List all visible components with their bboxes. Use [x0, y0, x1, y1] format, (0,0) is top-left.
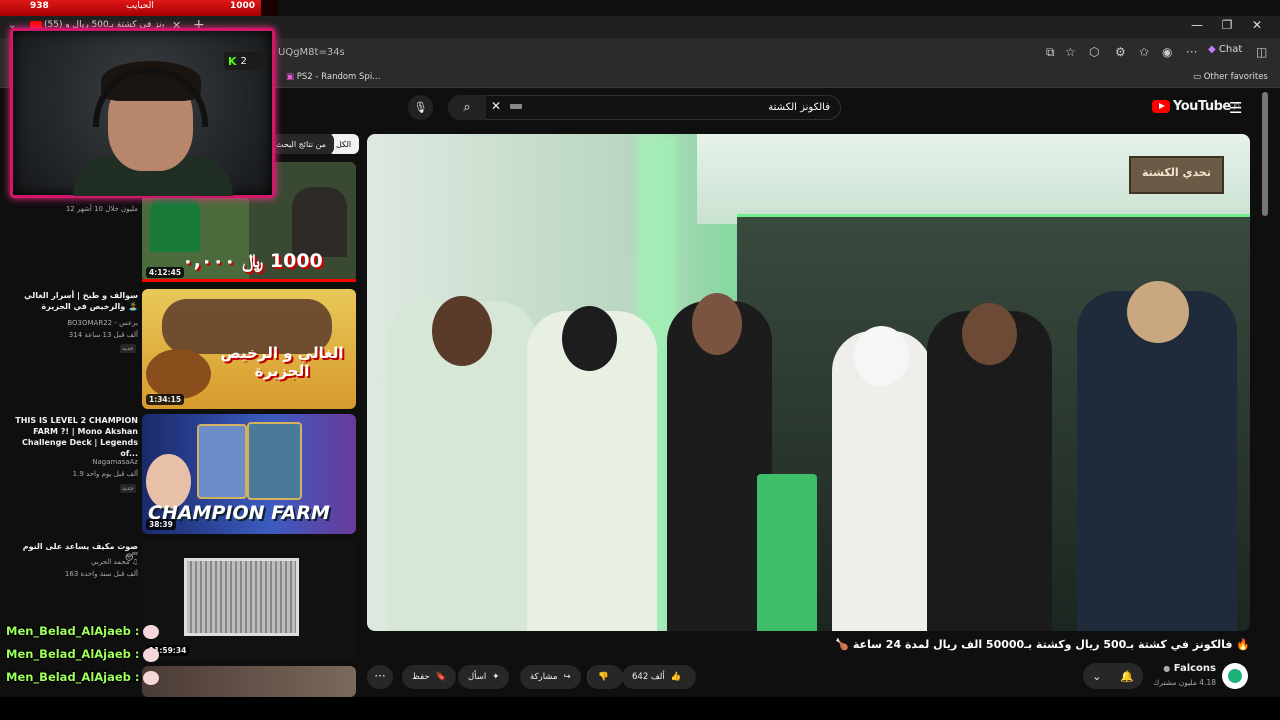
- sparkle-icon: ✦: [492, 672, 500, 682]
- like-count: 642 ألف: [632, 672, 665, 682]
- chat-message: Men_Belad_AlAjaeb :: [6, 670, 159, 685]
- thumbs-up-icon: 👍: [670, 672, 682, 682]
- minimize-icon[interactable]: —: [1182, 18, 1212, 32]
- related-video-channel[interactable]: NagamasaAz: [14, 457, 138, 467]
- chat-message: Men_Belad_AlAjaeb :: [6, 647, 159, 662]
- maximize-icon[interactable]: ❐: [1212, 18, 1242, 32]
- more-menu-icon[interactable]: ···: [1186, 45, 1197, 59]
- thumbs-down-icon: 👎: [598, 672, 609, 682]
- related-video-meta: 12 مليون خلال 10 أشهر: [65, 205, 138, 213]
- share-icon: ↪: [563, 672, 571, 682]
- url-text[interactable]: UQgM8t=34s: [278, 47, 345, 58]
- kick-viewer-badge: K 2: [224, 52, 262, 70]
- related-video-title[interactable]: THIS IS LEVEL 2 CHAMPION FARM ?! | Mono …: [14, 415, 138, 459]
- video-duration: 38:39: [146, 519, 176, 530]
- microphone-icon: 🎙: [413, 101, 428, 114]
- bookmark-icon: 🔖: [435, 672, 447, 682]
- youtube-play-icon: [1152, 100, 1170, 113]
- related-video-title[interactable]: سوالف و طبخ | أسرار الغالي والرخيص في ال…: [14, 290, 138, 312]
- share-button[interactable]: مشاركة ↪: [520, 665, 581, 689]
- thumbnail-overlay-text: CHAMPION FARM: [148, 502, 330, 524]
- other-favorites[interactable]: ▭ Other favorites: [1193, 72, 1268, 82]
- save-button[interactable]: حفظ 🔖: [402, 665, 457, 689]
- health-left-value: 938: [30, 1, 49, 11]
- favorite-star-icon[interactable]: ☆: [1065, 45, 1076, 59]
- voice-search-button[interactable]: 🎙: [408, 95, 433, 120]
- youtube-logo[interactable]: YouTube JO: [1152, 99, 1240, 114]
- thumbnail-overlay-text: 1000 ﷼ ٠,٠٠٠: [182, 250, 323, 272]
- ask-button[interactable]: اسأل ✦: [458, 665, 510, 689]
- search-button[interactable]: ⌕: [448, 95, 486, 120]
- more-actions-icon[interactable]: ···: [367, 665, 393, 689]
- ps2-favicon-icon: ▣: [286, 72, 295, 82]
- clear-search-icon[interactable]: ✕: [491, 99, 501, 113]
- video-duration: 1:34:15: [146, 394, 185, 405]
- thumbnail-overlay-text: الغالي و الرخيص الجزيرة: [220, 344, 344, 380]
- hamburger-menu-icon[interactable]: ☰: [1229, 99, 1242, 117]
- verified-icon: ●: [1163, 664, 1171, 673]
- related-video-channel[interactable]: محمد الحربي ♫: [14, 557, 138, 567]
- channel-name[interactable]: ● Falcons: [1150, 663, 1216, 674]
- watch-progress: [142, 279, 356, 282]
- copilot-chat-button[interactable]: ◆ Chat: [1208, 44, 1242, 55]
- related-video-meta: 314 ألف قبل 13 ساعة: [68, 331, 138, 339]
- new-badge: جديد: [120, 484, 136, 493]
- dislike-button[interactable]: 👎: [587, 665, 623, 689]
- related-video-meta: 163 ألف قبل سنة واحدة: [64, 570, 138, 578]
- extension-icon[interactable]: ⬡: [1089, 45, 1099, 59]
- like-button[interactable]: 642 ألف 👍: [622, 665, 696, 689]
- related-video-meta: 1.9 ألف قبل يوم واحد: [72, 470, 138, 478]
- health-right-value: 1000: [230, 1, 256, 11]
- screen-bottom-border: [0, 697, 1280, 720]
- related-video-thumbnail[interactable]: 11:59:34: [142, 540, 356, 660]
- related-video-thumbnail[interactable]: CHAMPION FARM 38:39: [142, 414, 356, 534]
- settings-gear-icon[interactable]: ⚙: [1115, 45, 1126, 59]
- chat-label: Chat: [1218, 44, 1243, 55]
- chevron-down-icon: ⌄: [1092, 669, 1102, 683]
- new-badge: جديد: [120, 344, 136, 353]
- stream-health-bar: 938 الحبايب 1000: [0, 0, 278, 16]
- copilot-icon: ◆: [1208, 44, 1216, 55]
- search-input[interactable]: [510, 97, 830, 117]
- video-player[interactable]: تحدي الكشتة: [367, 134, 1250, 631]
- challenge-sign: تحدي الكشتة: [1129, 156, 1224, 194]
- folder-icon: ▭: [1193, 72, 1202, 82]
- related-video-channel[interactable]: BO3OMAR22 - برعس: [14, 318, 138, 328]
- keyboard-icon[interactable]: [510, 104, 522, 109]
- related-video-thumbnail[interactable]: [142, 666, 356, 697]
- emote-icon: [142, 647, 159, 662]
- chip-from-search[interactable]: من نتائج البحث: [268, 134, 335, 154]
- emote-icon: [142, 624, 159, 639]
- app-icon[interactable]: ⧉: [1046, 45, 1055, 60]
- favorites-icon[interactable]: ✩: [1139, 45, 1149, 59]
- close-window-icon[interactable]: ✕: [1242, 18, 1272, 32]
- bell-icon: 🔔: [1120, 669, 1134, 683]
- favorite-item-ps2[interactable]: ▣ PS2 - Random Spi...: [286, 72, 380, 82]
- video-duration: 4:12:45: [146, 267, 185, 278]
- subscriber-count: 4.18 مليون مشترك: [1153, 678, 1216, 687]
- search-icon: ⌕: [463, 100, 471, 115]
- page-scrollbar[interactable]: [1262, 92, 1268, 216]
- profile-avatar-icon[interactable]: ◉: [1162, 45, 1172, 59]
- video-title: 🔥 فالكونز في كشتة بـ500 ريال وكشتة بـ500…: [835, 638, 1250, 651]
- subscribed-bell-button[interactable]: ⌄ 🔔: [1083, 663, 1143, 689]
- channel-avatar[interactable]: [1222, 663, 1248, 689]
- health-label: الحبايب: [126, 1, 154, 11]
- sidebar-toggle-icon[interactable]: ◫: [1256, 45, 1267, 59]
- kick-icon: K: [228, 54, 237, 68]
- chat-message: Men_Belad_AlAjaeb :: [6, 624, 159, 639]
- related-video-thumbnail[interactable]: الغالي و الرخيص الجزيرة 1:34:15: [142, 289, 356, 409]
- emote-icon: [142, 670, 159, 685]
- viewer-count: 2: [240, 55, 247, 67]
